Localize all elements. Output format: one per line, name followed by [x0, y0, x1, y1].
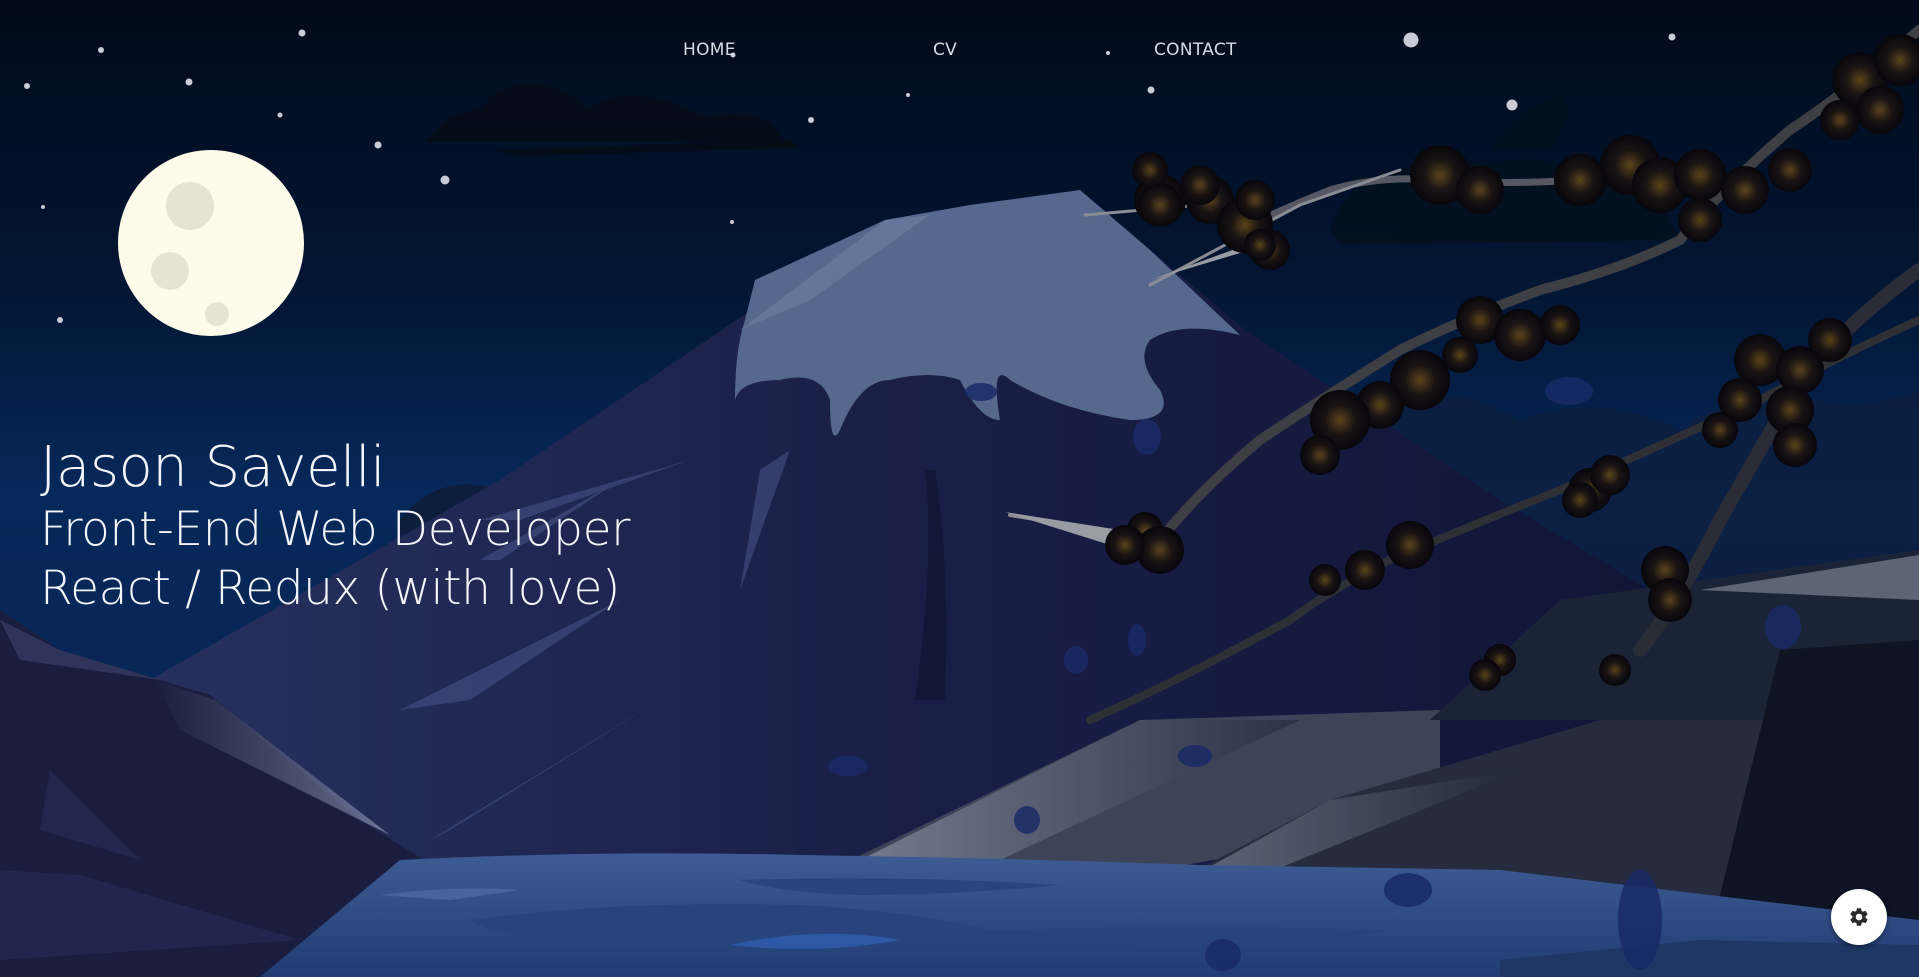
nav-link-contact[interactable]: CONTACT [1154, 40, 1237, 60]
top-nav: HOME CV CONTACT [0, 40, 1919, 64]
hero-name: Jason Savelli [40, 435, 386, 500]
nav-link-cv[interactable]: CV [933, 40, 957, 60]
nav-link-home[interactable]: HOME [683, 40, 736, 60]
gear-icon [1850, 908, 1868, 926]
hero-text: Jason Savelli Front-End Web Developer Re… [40, 440, 630, 624]
hero-title: Front-End Web Developer [40, 502, 631, 557]
hero-tagline: React / Redux (with love) [40, 561, 620, 616]
settings-button[interactable] [1831, 889, 1887, 945]
